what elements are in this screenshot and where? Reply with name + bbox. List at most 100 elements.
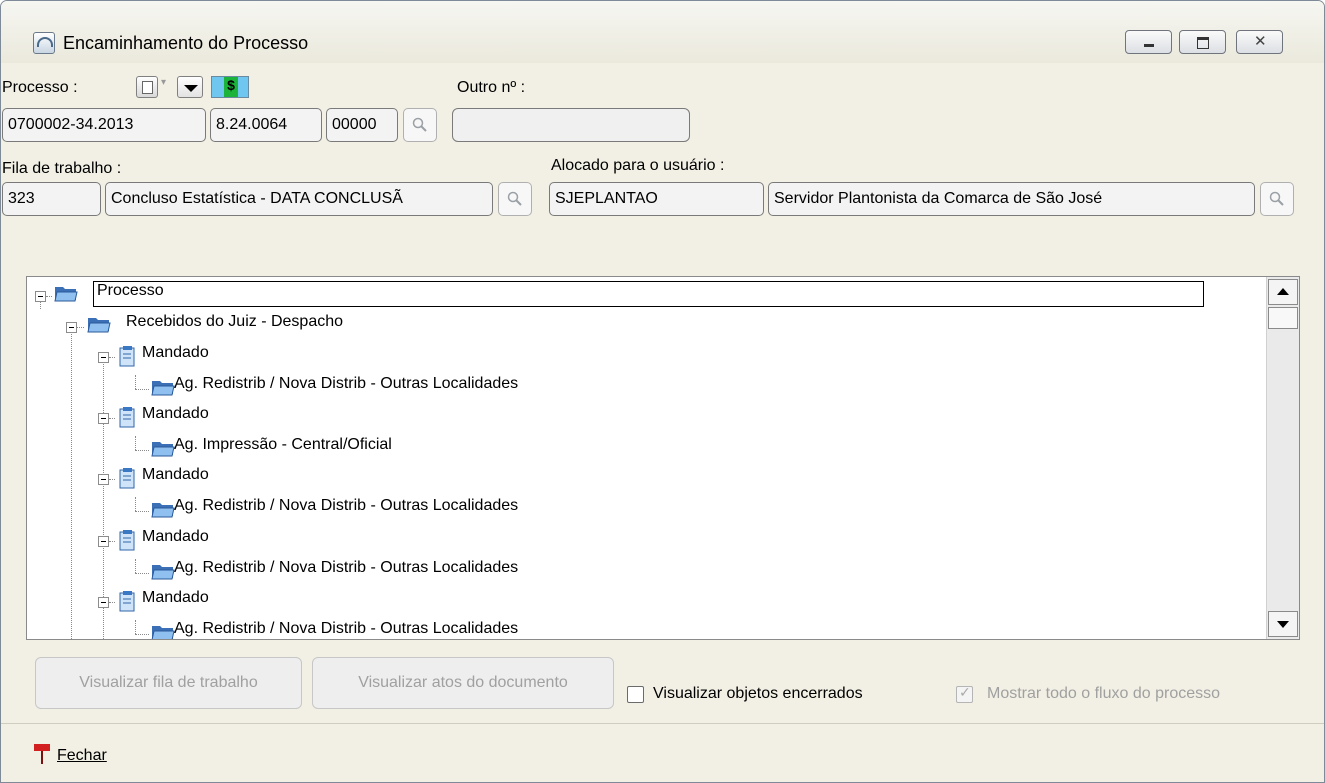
search-icon bbox=[507, 191, 522, 206]
tree-queue-label: Ag. Redistrib / Nova Distrib - Outras Lo… bbox=[174, 497, 519, 514]
tree-connector bbox=[109, 418, 115, 419]
tree-queue-label: Ag. Redistrib / Nova Distrib - Outras Lo… bbox=[174, 620, 519, 637]
tree-node-queue[interactable]: Ag. Impressão - Central/Oficial bbox=[27, 436, 1227, 464]
tree-node-mandado[interactable]: Mandado bbox=[27, 405, 1227, 433]
view-acts-button[interactable]: Visualizar atos do documento bbox=[312, 657, 614, 709]
collapse-icon[interactable] bbox=[98, 474, 109, 485]
close-window-button[interactable] bbox=[1236, 30, 1283, 54]
tree-connector bbox=[135, 389, 149, 390]
tree-root-label: Processo bbox=[97, 282, 164, 299]
open-folder-icon bbox=[151, 565, 175, 580]
tree-node-queue[interactable]: Ag. Redistrib / Nova Distrib - Outras Lo… bbox=[27, 497, 1227, 525]
collapse-icon[interactable] bbox=[98, 413, 109, 424]
tree-mandado-label: Mandado bbox=[142, 466, 209, 483]
money-icon[interactable] bbox=[211, 76, 249, 98]
alocado-label: Alocado para o usuário : bbox=[551, 157, 725, 174]
tree-scrollbar[interactable] bbox=[1266, 277, 1299, 639]
open-folder-icon bbox=[151, 381, 175, 396]
outro-numero-label: Outro nº : bbox=[457, 79, 526, 96]
tree-mandado-label: Mandado bbox=[142, 405, 209, 422]
open-folder-icon bbox=[151, 442, 175, 457]
tree-queue-label: Ag. Redistrib / Nova Distrib - Outras Lo… bbox=[174, 375, 519, 392]
maximize-button[interactable] bbox=[1179, 30, 1226, 54]
open-folder-icon bbox=[151, 626, 175, 639]
document-type-icon[interactable] bbox=[136, 76, 158, 98]
tree-connector bbox=[135, 559, 136, 573]
selected-node-frame bbox=[93, 281, 1204, 307]
tree-connector bbox=[135, 436, 136, 450]
open-folder-icon bbox=[54, 287, 78, 302]
tree-connector bbox=[135, 620, 136, 634]
document-icon bbox=[119, 468, 135, 489]
tree-node-queue[interactable]: Ag. Redistrib / Nova Distrib - Outras Lo… bbox=[27, 559, 1227, 587]
show-flow-checkbox[interactable] bbox=[956, 684, 973, 703]
scroll-up-button[interactable] bbox=[1268, 279, 1298, 305]
document-icon bbox=[119, 591, 135, 612]
tree-connector bbox=[109, 479, 115, 480]
fila-search-button[interactable] bbox=[498, 182, 532, 216]
tree-node-child[interactable]: Recebidos do Juiz - Despacho bbox=[27, 313, 1227, 341]
processo-origin-field[interactable]: 8.24.0064 bbox=[210, 108, 322, 142]
search-icon bbox=[1269, 191, 1284, 206]
tree-connector bbox=[109, 541, 115, 542]
fila-name-field[interactable]: Concluso Estatística - DATA CONCLUSÃ bbox=[105, 182, 493, 216]
tree-node-mandado[interactable]: Mandado bbox=[27, 466, 1227, 494]
tree-queue-label: Ag. Impressão - Central/Oficial bbox=[174, 436, 392, 453]
tree-connector bbox=[135, 375, 136, 389]
alocado-search-button[interactable] bbox=[1260, 182, 1294, 216]
tree-connector bbox=[109, 602, 115, 603]
close-button-label: Fechar bbox=[57, 747, 107, 764]
title-bar: Encaminhamento do Processo bbox=[1, 1, 1324, 63]
fila-label: Fila de trabalho : bbox=[2, 160, 122, 177]
view-queue-button[interactable]: Visualizar fila de trabalho bbox=[35, 657, 302, 709]
app-icon bbox=[33, 32, 55, 54]
small-chevron-icon: ▾ bbox=[161, 77, 167, 88]
processo-number-field[interactable]: 0700002-34.2013 bbox=[2, 108, 206, 142]
tree-connector bbox=[135, 511, 149, 512]
collapse-icon[interactable] bbox=[98, 597, 109, 608]
window-title: Encaminhamento do Processo bbox=[63, 33, 309, 53]
document-icon bbox=[119, 530, 135, 551]
dialog-window: Encaminhamento do Processo Processo : ▾ … bbox=[0, 0, 1325, 783]
tree-connector bbox=[135, 573, 149, 574]
document-icon bbox=[119, 407, 135, 428]
alocado-name-field[interactable]: Servidor Plantonista da Comarca de São J… bbox=[768, 182, 1255, 216]
search-icon bbox=[412, 117, 427, 132]
footer-bar bbox=[1, 724, 1324, 782]
outro-numero-field[interactable] bbox=[452, 108, 690, 142]
tree-connector bbox=[109, 357, 115, 358]
scroll-thumb[interactable] bbox=[1268, 307, 1298, 329]
dropdown-button[interactable] bbox=[177, 76, 203, 98]
collapse-icon[interactable] bbox=[66, 322, 77, 333]
tree-mandado-label: Mandado bbox=[142, 344, 209, 361]
processo-label: Processo : bbox=[2, 79, 78, 96]
flag-icon bbox=[34, 744, 50, 764]
document-icon bbox=[119, 346, 135, 367]
show-closed-label: Visualizar objetos encerrados bbox=[653, 685, 863, 702]
show-flow-label: Mostrar todo o fluxo do processo bbox=[987, 685, 1221, 702]
process-tree[interactable]: Processo Recebidos do Juiz - Despacho Ma… bbox=[26, 276, 1300, 640]
tree-node-mandado[interactable]: Mandado bbox=[27, 528, 1227, 556]
minimize-button[interactable] bbox=[1125, 30, 1172, 54]
tree-connector bbox=[77, 327, 84, 328]
tree-child-label: Recebidos do Juiz - Despacho bbox=[126, 313, 344, 330]
tree-queue-label: Ag. Redistrib / Nova Distrib - Outras Lo… bbox=[174, 559, 519, 576]
scroll-down-button[interactable] bbox=[1268, 611, 1298, 637]
tree-connector bbox=[135, 634, 149, 635]
tree-node-mandado[interactable]: Mandado bbox=[27, 344, 1227, 372]
show-closed-checkbox[interactable] bbox=[627, 686, 644, 703]
collapse-icon[interactable] bbox=[98, 352, 109, 363]
fila-code-field[interactable]: 323 bbox=[2, 182, 101, 216]
tree-connector bbox=[135, 497, 136, 511]
tree-node-mandado[interactable]: Mandado bbox=[27, 589, 1227, 617]
collapse-icon[interactable] bbox=[35, 291, 46, 302]
tree-node-queue[interactable]: Ag. Redistrib / Nova Distrib - Outras Lo… bbox=[27, 375, 1227, 403]
processo-suffix-field[interactable]: 00000 bbox=[326, 108, 398, 142]
processo-search-button[interactable] bbox=[403, 108, 437, 142]
open-folder-icon bbox=[151, 503, 175, 518]
open-folder-icon bbox=[87, 318, 111, 333]
alocado-login-field[interactable]: SJEPLANTAO bbox=[549, 182, 764, 216]
tree-node-queue[interactable]: Ag. Redistrib / Nova Distrib - Outras Lo… bbox=[27, 620, 1227, 639]
collapse-icon[interactable] bbox=[98, 536, 109, 547]
close-button[interactable]: Fechar bbox=[57, 747, 107, 765]
